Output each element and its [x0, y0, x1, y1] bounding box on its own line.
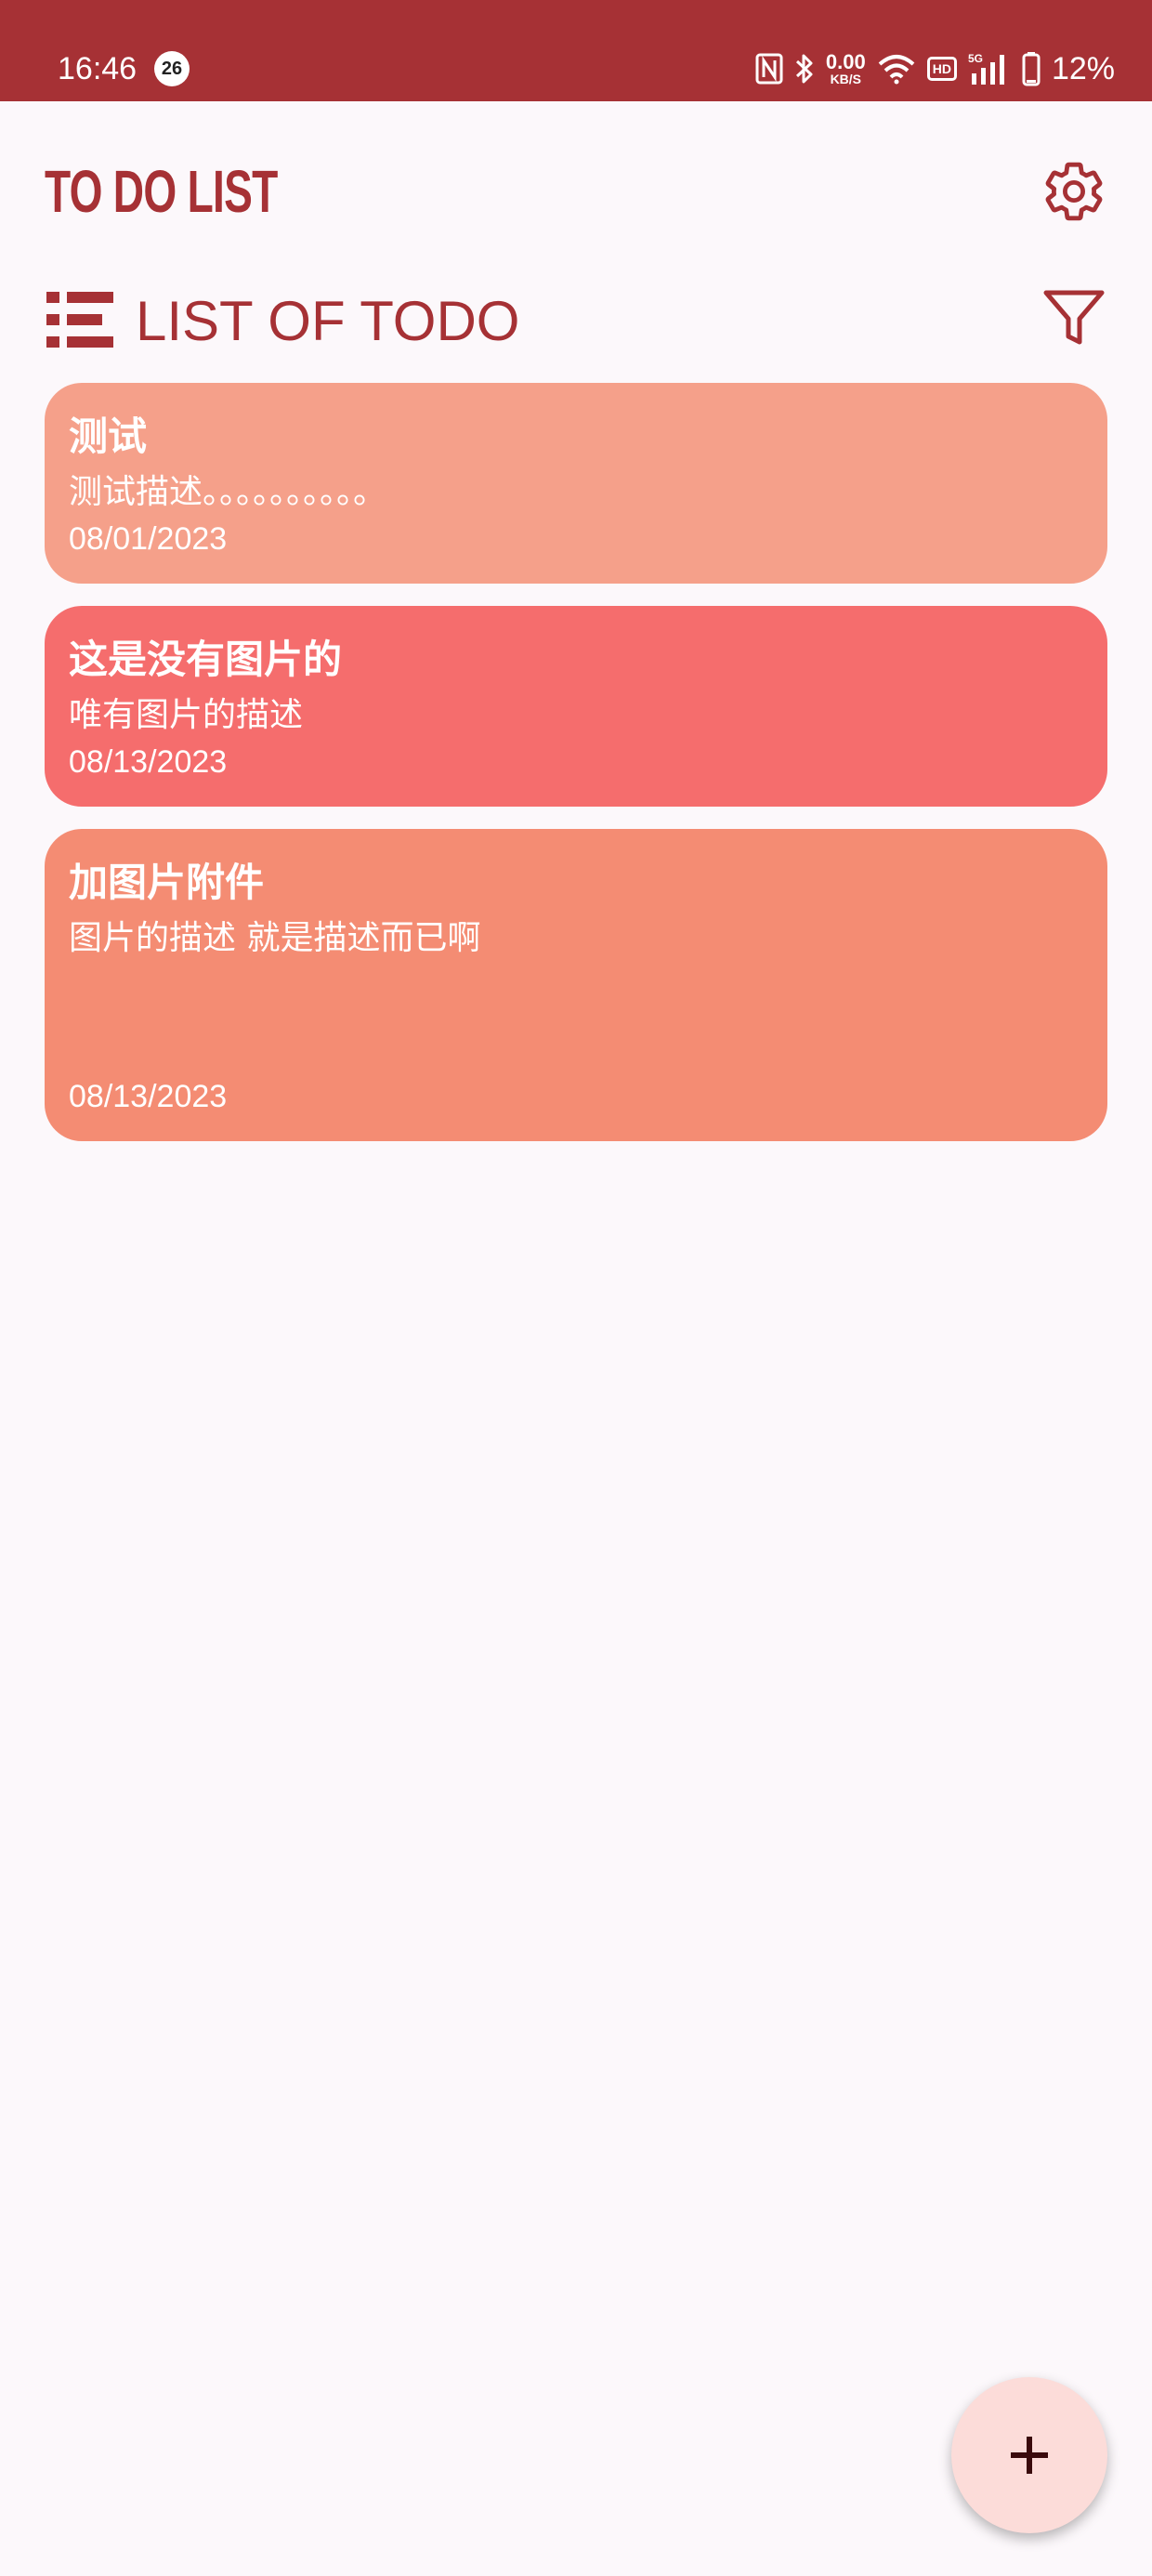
list-icon	[46, 292, 113, 348]
app-title: TO DO LIST	[45, 158, 278, 225]
status-bar: 16:46 26 0.00 KB/S HD 5G 12%	[0, 0, 1152, 101]
wifi-icon	[878, 55, 915, 85]
status-icons: 0.00 KB/S HD 5G 12%	[755, 45, 1115, 93]
notification-badge: 26	[154, 51, 190, 86]
plus-icon	[1011, 2437, 1048, 2474]
todo-description: 测试描述。。。。。。。。。。	[69, 473, 387, 511]
todo-date: 08/13/2023	[69, 1079, 228, 1114]
todo-card[interactable]: 加图片附件 图片的描述 就是描述而已啊 08/13/2023	[45, 829, 1107, 1141]
battery-percent: 12%	[1051, 50, 1115, 86]
todo-title: 加图片附件	[69, 860, 265, 905]
network-speed-unit: KB/S	[830, 72, 862, 86]
nfc-icon	[755, 53, 783, 85]
filter-button[interactable]	[1041, 284, 1107, 351]
todo-description: 唯有图片的描述	[69, 696, 304, 734]
hd-badge: HD	[926, 57, 957, 81]
status-time: 16:46	[58, 51, 137, 86]
battery-icon	[1022, 52, 1041, 86]
signal-icon: 5G	[968, 52, 1004, 85]
section-title: LIST OF TODO	[136, 290, 520, 352]
settings-button[interactable]	[1039, 156, 1109, 227]
filter-icon	[1043, 290, 1105, 345]
todo-date: 08/01/2023	[69, 521, 228, 557]
todo-description: 图片的描述 就是描述而已啊	[69, 919, 481, 957]
todo-card[interactable]: 这是没有图片的 唯有图片的描述 08/13/2023	[45, 606, 1107, 807]
todo-date: 08/13/2023	[69, 744, 228, 780]
network-speed-value: 0.00	[825, 50, 866, 73]
todo-card[interactable]: 测试 测试描述。。。。。。。。。。 08/01/2023	[45, 383, 1107, 584]
bluetooth-icon	[795, 54, 813, 84]
todo-title: 测试	[69, 414, 148, 459]
todo-title: 这是没有图片的	[69, 637, 343, 682]
add-todo-button[interactable]	[951, 2377, 1107, 2533]
svg-text:5G: 5G	[968, 52, 983, 65]
gear-icon	[1045, 162, 1103, 221]
network-speed: 0.00 KB/S	[825, 50, 866, 86]
